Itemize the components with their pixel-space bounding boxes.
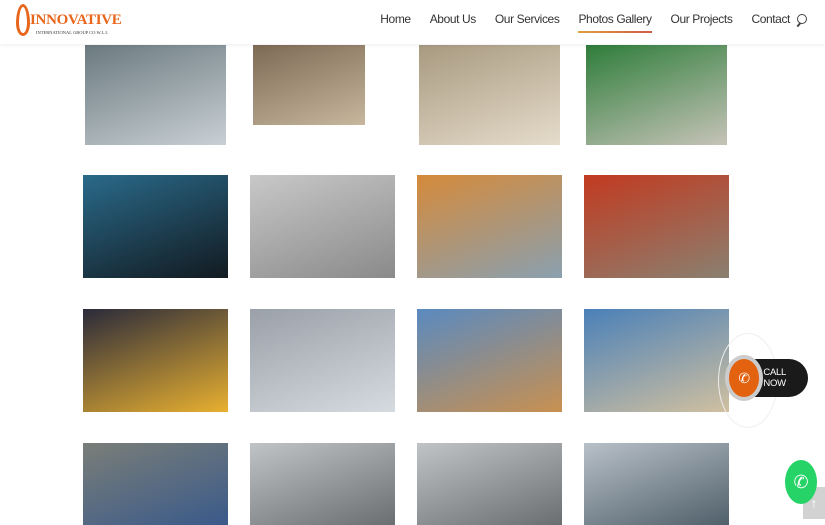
logo[interactable]: INNOVATIVE INTERNATIONAL GROUP CO.W.L.L [16, 4, 122, 38]
phone-icon: ✆ [729, 359, 760, 397]
logo-name: INNOVATIVE [30, 12, 122, 28]
search-icon[interactable] [797, 14, 807, 24]
gallery-photo[interactable] [250, 309, 395, 412]
call-now-label: CALL NOW [763, 367, 786, 389]
gallery-photo[interactable] [586, 45, 727, 145]
gallery-photo[interactable] [83, 175, 228, 278]
gallery-photo[interactable] [417, 175, 562, 278]
gallery-photo[interactable] [83, 443, 228, 525]
gallery-photo[interactable] [417, 309, 562, 412]
call-now-button[interactable]: ✆ CALL NOW [729, 359, 808, 397]
main-nav: Home About Us Our Services Photos Galler… [380, 12, 807, 33]
nav-our-projects[interactable]: Our Projects [671, 12, 733, 26]
nav-contact[interactable]: Contact [751, 12, 790, 26]
nav-home[interactable]: Home [380, 12, 411, 26]
gallery-photo[interactable] [85, 45, 226, 145]
gallery-photo[interactable] [419, 45, 560, 145]
gallery-photo[interactable] [584, 175, 729, 278]
gallery-photo[interactable] [417, 443, 562, 525]
whatsapp-icon[interactable]: ✆ [785, 460, 817, 504]
gallery-photo[interactable] [584, 309, 729, 412]
gallery-photo[interactable] [253, 45, 365, 125]
gallery-photo[interactable] [83, 309, 228, 412]
gallery-photo[interactable] [584, 443, 729, 525]
nav-about-us[interactable]: About Us [430, 12, 477, 26]
flame-icon [16, 4, 30, 36]
site-header: INNOVATIVE INTERNATIONAL GROUP CO.W.L.L … [0, 0, 825, 44]
logo-subtitle: INTERNATIONAL GROUP CO.W.L.L [36, 30, 109, 35]
nav-photos-gallery[interactable]: Photos Gallery [578, 12, 652, 33]
gallery-photo[interactable] [250, 443, 395, 525]
gallery-photo[interactable] [250, 175, 395, 278]
nav-our-services[interactable]: Our Services [495, 12, 560, 26]
